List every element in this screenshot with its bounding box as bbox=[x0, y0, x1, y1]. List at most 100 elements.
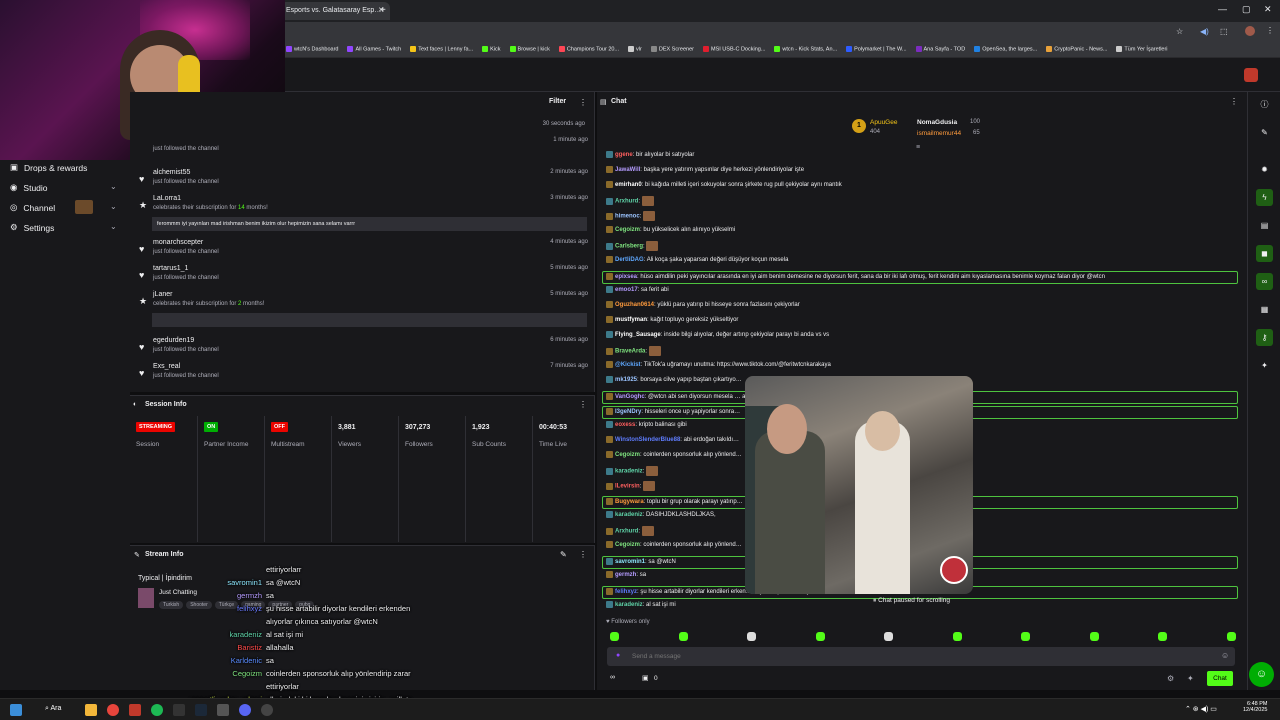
terminal-icon[interactable] bbox=[173, 704, 185, 716]
start-icon[interactable] bbox=[10, 704, 22, 716]
bookmark-item[interactable]: Ana Sayfa - TOD bbox=[915, 46, 965, 53]
activity-username[interactable]: egedurden19 bbox=[153, 337, 194, 344]
bookmark-item[interactable]: vlr bbox=[628, 46, 642, 53]
chat-username[interactable]: Arxhurd bbox=[615, 529, 638, 535]
chat-username[interactable]: mustfyman bbox=[615, 317, 647, 323]
chat-input-box[interactable]: ● ☺ bbox=[607, 647, 1235, 666]
bookmark-item[interactable]: Tüm Yer İşaretleri bbox=[1116, 46, 1168, 53]
app-icon[interactable] bbox=[129, 704, 141, 716]
bookmark-item[interactable]: All Games - Twitch bbox=[347, 46, 401, 53]
bookmark-item[interactable]: Text faces | Lenny fa... bbox=[410, 46, 473, 53]
help-chat-icon[interactable]: ☺ bbox=[1249, 662, 1274, 687]
chevron-down-icon[interactable]: ⌄ bbox=[110, 202, 117, 211]
chat-username[interactable]: Arxhurd bbox=[615, 199, 638, 205]
chat-bubble-icon[interactable]: ◼ bbox=[1256, 245, 1273, 262]
nav-channel[interactable]: ◎ Channel bbox=[10, 202, 55, 213]
edit-icon[interactable]: ✎ bbox=[560, 550, 567, 559]
chat-username[interactable]: Oguzhan0614 bbox=[615, 302, 654, 308]
document-icon[interactable]: ▤ bbox=[1256, 217, 1273, 234]
emote-icon[interactable] bbox=[1226, 632, 1236, 641]
emote-icon[interactable] bbox=[1021, 632, 1030, 641]
points-icon[interactable]: ∞ bbox=[610, 674, 615, 681]
bookmark-item[interactable]: Kick bbox=[482, 46, 501, 53]
chat-username[interactable]: Cegoizm bbox=[615, 452, 640, 458]
link-icon[interactable]: ∞ bbox=[1256, 273, 1273, 290]
profile-avatar[interactable] bbox=[1245, 26, 1255, 36]
chat-username[interactable]: felihxyz bbox=[615, 589, 637, 595]
activity-username[interactable]: Exs_real bbox=[153, 363, 180, 370]
discord-icon[interactable] bbox=[239, 704, 251, 716]
chat-username[interactable]: karadeniz bbox=[615, 512, 643, 518]
chat-username[interactable]: ggene bbox=[615, 152, 633, 158]
chat-username[interactable]: epixsea bbox=[615, 274, 637, 280]
nav-settings[interactable]: ⚙ Settings bbox=[10, 222, 54, 233]
emote-icon[interactable] bbox=[815, 632, 825, 641]
chat-username[interactable]: Carlsberg bbox=[615, 244, 643, 250]
chat-username[interactable]: DertliDAG bbox=[615, 257, 644, 263]
chevron-down-icon[interactable]: ⌄ bbox=[110, 182, 117, 191]
info-icon[interactable]: ⓘ bbox=[1256, 96, 1273, 113]
bookmark-item[interactable]: wtcN's Dashboard bbox=[286, 46, 338, 53]
users-icon[interactable]: ✦ bbox=[1256, 357, 1273, 374]
audio-icon[interactable]: ◀) bbox=[1200, 27, 1209, 36]
chat-username[interactable]: I3geNDry bbox=[615, 409, 641, 415]
emote-icon[interactable] bbox=[884, 632, 893, 641]
minimize-icon[interactable]: — bbox=[1218, 4, 1227, 14]
emote-icon[interactable] bbox=[747, 632, 756, 641]
chat-username[interactable]: ILevirsin bbox=[615, 484, 640, 490]
lightning-icon[interactable]: ϟ bbox=[1256, 189, 1273, 206]
chat-username[interactable]: karadeniz bbox=[615, 469, 643, 475]
chat-input[interactable] bbox=[632, 650, 1212, 663]
user-avatar[interactable] bbox=[1244, 68, 1258, 82]
chat-username[interactable]: Cegoizm bbox=[615, 227, 640, 233]
emote-icon[interactable] bbox=[952, 632, 962, 641]
chat-username[interactable]: mk1925 bbox=[615, 377, 637, 383]
nav-drops-rewards[interactable]: ▣ Drops & rewards bbox=[10, 162, 87, 173]
store-icon[interactable]: ▦ bbox=[1256, 301, 1273, 318]
close-window-icon[interactable]: ✕ bbox=[1264, 4, 1272, 15]
chrome-icon[interactable] bbox=[107, 704, 119, 716]
chat-username[interactable]: WinstonSlenderBlue88 bbox=[615, 437, 680, 443]
send-chat-button[interactable]: Chat bbox=[1207, 671, 1233, 686]
chevron-down-icon[interactable]: ⌄ bbox=[110, 222, 117, 231]
clock[interactable]: 6:48 PM 12/4/2025 bbox=[1243, 701, 1267, 713]
chat-username[interactable]: @Kickist bbox=[615, 362, 641, 368]
users-icon[interactable]: ✦ bbox=[1187, 674, 1194, 683]
chat-username[interactable]: emirhan0 bbox=[615, 182, 642, 188]
key-icon[interactable]: ⚷ bbox=[1256, 329, 1273, 346]
activity-username[interactable]: monarchscepter bbox=[153, 239, 203, 246]
mic-icon[interactable]: ● bbox=[616, 652, 620, 659]
bookmark-item[interactable]: wtcn - Kick Stats, An... bbox=[774, 46, 837, 53]
extensions-icon[interactable]: ⬚ bbox=[1220, 27, 1228, 36]
steam-icon[interactable] bbox=[195, 704, 207, 716]
chat-username[interactable]: emoo17 bbox=[615, 287, 638, 293]
emote-picker-icon[interactable]: ☺ bbox=[1221, 651, 1229, 660]
activity-username[interactable]: tartarus1_1 bbox=[153, 265, 188, 272]
pencil-icon[interactable]: ✎ bbox=[1256, 124, 1273, 141]
more-icon[interactable]: ⋮ bbox=[1230, 97, 1238, 106]
bookmark-item[interactable]: CryptoPanic - News... bbox=[1046, 46, 1107, 53]
chat-paused-notice[interactable]: ⏸ Chat paused for scrolling bbox=[873, 597, 950, 605]
chat-username[interactable]: germzh bbox=[615, 572, 636, 578]
menu-icon[interactable]: ⋮ bbox=[1266, 26, 1274, 35]
tray-icons[interactable]: ⌃ ⊛ ◀) ▭ bbox=[1185, 705, 1217, 713]
gear-icon[interactable]: ⚙ bbox=[1167, 674, 1174, 683]
chat-username[interactable]: JawaWill bbox=[615, 167, 640, 173]
new-tab-icon[interactable]: + bbox=[380, 5, 386, 16]
nav-studio[interactable]: ◉ Studio bbox=[10, 182, 48, 193]
chat-username[interactable]: Cegoizm bbox=[615, 542, 640, 548]
bookmark-item[interactable]: DEX Screener bbox=[650, 46, 694, 53]
collapse-icon[interactable]: ≡ bbox=[916, 144, 920, 151]
chat-username[interactable]: Bugywara bbox=[615, 499, 644, 505]
bookmark-item[interactable]: Polymarket | The W... bbox=[846, 46, 907, 53]
more-icon[interactable]: ⋮ bbox=[579, 550, 587, 559]
chat-username[interactable]: savromin1 bbox=[615, 559, 645, 565]
maximize-icon[interactable]: ▢ bbox=[1242, 4, 1251, 15]
bookmark-item[interactable]: MSI USB-C Docking... bbox=[703, 46, 765, 53]
chat-username[interactable]: himenoc bbox=[615, 214, 640, 220]
app-icon[interactable] bbox=[217, 704, 229, 716]
activity-username[interactable]: jLaner bbox=[153, 291, 172, 298]
spotify-icon[interactable] bbox=[151, 704, 163, 716]
filter-button[interactable]: Filter bbox=[549, 98, 566, 105]
chat-username[interactable]: BraveArda bbox=[615, 349, 645, 355]
